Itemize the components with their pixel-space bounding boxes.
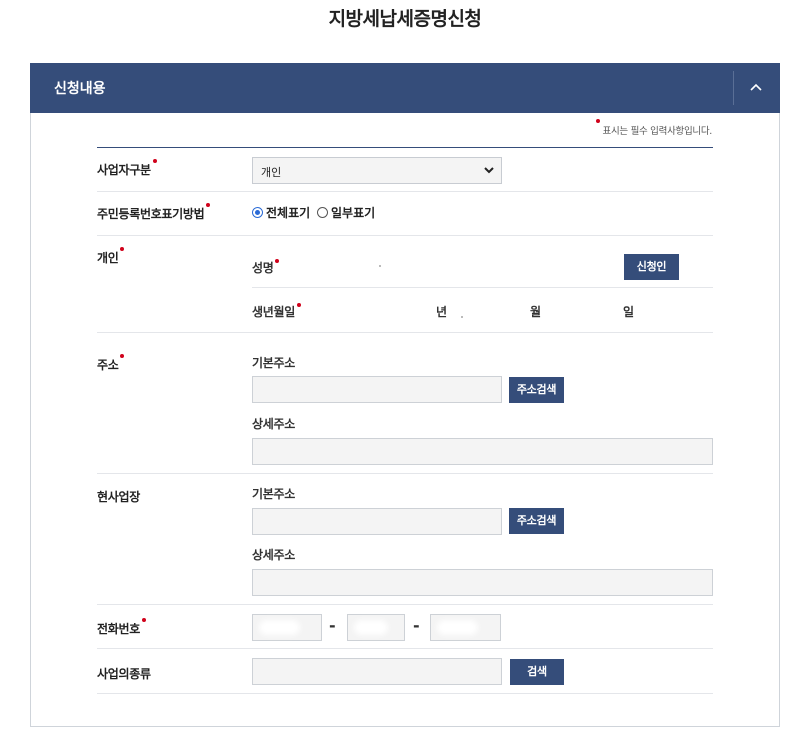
phone-part3-input[interactable] bbox=[430, 614, 501, 641]
address-search-button[interactable]: 주소검색 bbox=[509, 377, 564, 403]
required-dot-icon bbox=[206, 203, 211, 207]
row-divider bbox=[97, 693, 713, 694]
radio-full-display-label: 전체표기 bbox=[266, 206, 311, 220]
radio-partial-display-label: 일부표기 bbox=[331, 206, 376, 220]
row-divider bbox=[97, 332, 713, 333]
name-label-text: 성명 bbox=[252, 261, 274, 275]
required-dot-icon bbox=[141, 618, 146, 622]
business-type-select[interactable]: 개인 bbox=[252, 157, 502, 184]
form-top-line bbox=[97, 147, 713, 148]
required-dot-icon bbox=[120, 247, 125, 251]
resident-number-display-label: 주민등록번호표기방법 bbox=[97, 203, 211, 222]
address-label: 주소 bbox=[97, 354, 125, 373]
address-basic-input[interactable] bbox=[252, 376, 502, 403]
radio-checked-icon[interactable] bbox=[252, 207, 263, 218]
required-note: 표시는 필수 입력사항입니다. bbox=[595, 119, 713, 137]
row-divider bbox=[97, 473, 713, 474]
birth-label: 생년월일 bbox=[252, 303, 301, 320]
month-unit: 월 bbox=[530, 305, 542, 319]
sub-divider bbox=[252, 287, 713, 288]
phone-part1-input[interactable] bbox=[252, 614, 322, 641]
panel-header: 신청내용 bbox=[30, 63, 780, 113]
address-basic-label: 기본주소 bbox=[252, 356, 295, 370]
phone-part2-input[interactable] bbox=[347, 614, 405, 641]
business-type-value: 개인 bbox=[261, 166, 282, 179]
phone-separator: - bbox=[413, 616, 420, 635]
name-value-mark bbox=[379, 265, 381, 267]
chevron-down-icon bbox=[483, 164, 495, 176]
business-type-label-text: 사업자구분 bbox=[97, 163, 151, 177]
required-dot-icon bbox=[296, 303, 301, 307]
row-divider bbox=[97, 191, 713, 192]
business-detail-label: 상세주소 bbox=[252, 548, 295, 562]
business-kind-search-button[interactable]: 검색 bbox=[510, 659, 564, 685]
phone-separator: - bbox=[329, 616, 336, 635]
radio-partial-display[interactable]: 일부표기 bbox=[317, 204, 375, 221]
business-basic-input[interactable] bbox=[252, 508, 502, 535]
business-address-search-button[interactable]: 주소검색 bbox=[509, 508, 564, 534]
required-dot-icon bbox=[120, 354, 125, 358]
header-divider bbox=[733, 71, 734, 105]
individual-label: 개인 bbox=[97, 247, 125, 266]
business-kind-input[interactable] bbox=[252, 658, 502, 685]
phone-label-text: 전화번호 bbox=[97, 622, 140, 636]
row-divider bbox=[97, 604, 713, 605]
individual-label-text: 개인 bbox=[97, 251, 119, 265]
name-label: 성명 bbox=[252, 259, 280, 276]
address-detail-input[interactable] bbox=[252, 438, 713, 465]
business-basic-label: 기본주소 bbox=[252, 487, 295, 501]
chevron-up-icon[interactable] bbox=[744, 73, 768, 101]
page-title: 지방세납세증명신청 bbox=[328, 8, 482, 30]
year-unit: 년 bbox=[436, 305, 448, 319]
row-divider bbox=[97, 648, 713, 649]
day-unit: 일 bbox=[623, 305, 635, 319]
business-kind-label: 사업의종류 bbox=[97, 667, 151, 681]
address-label-text: 주소 bbox=[97, 358, 119, 372]
required-dot-icon bbox=[595, 119, 600, 123]
required-note-text: 표시는 필수 입력사항입니다. bbox=[602, 126, 713, 137]
panel-title: 신청내용 bbox=[54, 81, 106, 97]
business-detail-input[interactable] bbox=[252, 569, 713, 596]
business-type-label: 사업자구분 bbox=[97, 159, 157, 178]
birth-label-text: 생년월일 bbox=[252, 305, 295, 319]
required-dot-icon bbox=[152, 159, 157, 163]
radio-full-display[interactable]: 전체표기 bbox=[252, 204, 310, 221]
applicant-button[interactable]: 신청인 bbox=[624, 254, 679, 280]
required-dot-icon bbox=[275, 259, 280, 263]
current-business-label: 현사업장 bbox=[97, 490, 140, 504]
year-value-mark bbox=[461, 316, 463, 318]
radio-unchecked-icon[interactable] bbox=[317, 207, 328, 218]
resident-number-display-label-text: 주민등록번호표기방법 bbox=[97, 207, 205, 221]
row-divider bbox=[97, 235, 713, 236]
address-detail-label: 상세주소 bbox=[252, 417, 295, 431]
phone-label: 전화번호 bbox=[97, 618, 146, 637]
application-panel: 신청내용 표시는 필수 입력사항입니다. 사업자구분 개인 주민등록번호표기방법… bbox=[30, 63, 780, 727]
